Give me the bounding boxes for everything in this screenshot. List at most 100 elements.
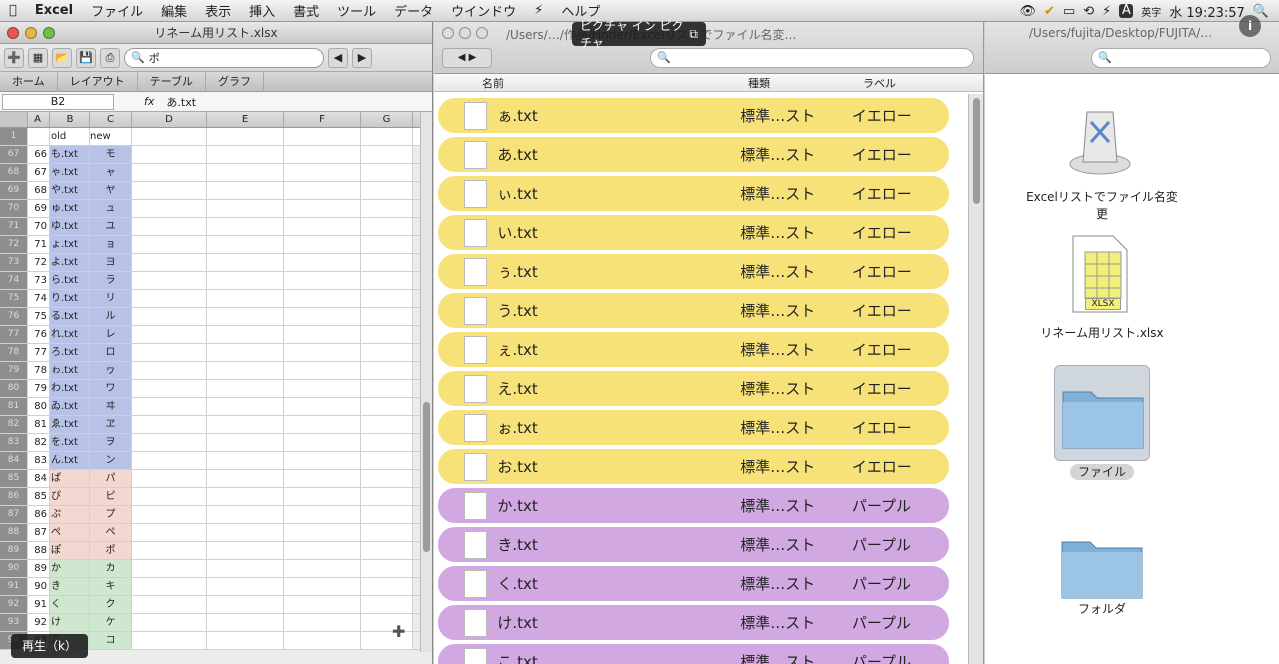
cell-empty[interactable] <box>207 290 284 307</box>
cell-empty[interactable] <box>207 596 284 613</box>
cell-empty[interactable] <box>132 218 207 235</box>
cell-new[interactable]: ョ <box>90 236 132 253</box>
cell-new[interactable]: ペ <box>90 524 132 541</box>
cell-empty[interactable] <box>207 254 284 271</box>
save-icon[interactable]: 💾 <box>76 47 96 68</box>
file-row[interactable]: く.txt 標準…スト パープル <box>438 566 949 601</box>
cell-empty[interactable] <box>361 416 413 433</box>
cell-new[interactable]: ク <box>90 596 132 613</box>
cell-empty[interactable] <box>207 578 284 595</box>
cell-new[interactable]: ラ <box>90 272 132 289</box>
cell-reference[interactable]: B2 <box>2 93 114 110</box>
cell-empty[interactable] <box>284 326 361 343</box>
file-row[interactable]: う.txt 標準…スト イエロー <box>438 293 949 328</box>
cell-new[interactable]: ヲ <box>90 434 132 451</box>
cell-new[interactable]: ポ <box>90 542 132 559</box>
cell-new[interactable]: ュ <box>90 200 132 217</box>
cell-new[interactable]: ヮ <box>90 362 132 379</box>
cell-empty[interactable] <box>361 164 413 181</box>
function-icon[interactable]: fx <box>144 95 154 108</box>
cell-empty[interactable] <box>361 182 413 199</box>
cell-empty[interactable] <box>361 380 413 397</box>
cell-a[interactable]: 91 <box>28 596 50 613</box>
cell-empty[interactable] <box>132 452 207 469</box>
cell-empty[interactable] <box>132 416 207 433</box>
file-row[interactable]: お.txt 標準…スト イエロー <box>438 449 949 484</box>
info-icon[interactable]: i <box>1239 15 1261 37</box>
time-machine-icon[interactable]: ⟲ <box>1083 4 1094 19</box>
cell-a[interactable]: 68 <box>28 182 50 199</box>
cell-new[interactable]: ヰ <box>90 398 132 415</box>
cell-empty[interactable] <box>132 560 207 577</box>
cell-new[interactable]: ャ <box>90 164 132 181</box>
cell-empty[interactable] <box>361 254 413 271</box>
cell-a[interactable]: 84 <box>28 470 50 487</box>
cell-empty[interactable] <box>132 488 207 505</box>
finder-vertical-scrollbar[interactable] <box>968 94 983 664</box>
cell-empty[interactable] <box>132 578 207 595</box>
cell-empty[interactable] <box>207 272 284 289</box>
input-lang[interactable]: 英字 <box>1141 4 1161 19</box>
cell-empty[interactable] <box>361 344 413 361</box>
cell-empty[interactable] <box>207 326 284 343</box>
file-row[interactable]: ぃ.txt 標準…スト イエロー <box>438 176 949 211</box>
menu-file[interactable]: ファイル <box>82 1 152 20</box>
new-icon[interactable]: ➕ <box>4 47 24 68</box>
cell-empty[interactable] <box>284 434 361 451</box>
cell-empty[interactable] <box>284 560 361 577</box>
excel-titlebar[interactable]: リネーム用リスト.xlsx <box>0 22 432 44</box>
cell-empty[interactable] <box>207 164 284 181</box>
finder-search-input[interactable]: 🔍 <box>650 48 974 68</box>
cell-empty[interactable] <box>132 542 207 559</box>
automator-workflow-icon[interactable] <box>1065 102 1135 182</box>
cell-a[interactable]: 76 <box>28 326 50 343</box>
cell-a[interactable]: 78 <box>28 362 50 379</box>
display-icon[interactable]: ▭ <box>1063 4 1075 19</box>
header-old[interactable]: old <box>50 128 90 145</box>
cell-empty[interactable] <box>132 524 207 541</box>
cell-old[interactable]: ゑ.txt <box>50 416 90 433</box>
col-d[interactable]: D <box>132 112 207 127</box>
cell-empty[interactable] <box>361 470 413 487</box>
header-new[interactable]: new <box>90 128 132 145</box>
cell-empty[interactable] <box>284 200 361 217</box>
cell-a[interactable]: 80 <box>28 398 50 415</box>
cell-empty[interactable] <box>207 632 284 649</box>
cell-new[interactable]: レ <box>90 326 132 343</box>
formula-value[interactable]: あ.txt <box>166 94 196 110</box>
cell-empty[interactable] <box>207 416 284 433</box>
cell-a[interactable]: 86 <box>28 506 50 523</box>
cell-a[interactable]: 77 <box>28 344 50 361</box>
cell-empty[interactable] <box>284 236 361 253</box>
cell-empty[interactable] <box>284 488 361 505</box>
file-row[interactable]: え.txt 標準…スト イエロー <box>438 371 949 406</box>
cell-empty[interactable] <box>361 578 413 595</box>
col-c[interactable]: C <box>90 112 132 127</box>
cell-a[interactable]: 87 <box>28 524 50 541</box>
cell-a[interactable]: 79 <box>28 380 50 397</box>
cell-empty[interactable] <box>207 542 284 559</box>
cell-empty[interactable] <box>284 272 361 289</box>
cell-new[interactable]: ヱ <box>90 416 132 433</box>
cell-new[interactable]: プ <box>90 506 132 523</box>
finder2-search-input[interactable]: 🔍 <box>1091 48 1271 68</box>
cell-a[interactable]: 75 <box>28 308 50 325</box>
cell-empty[interactable] <box>361 560 413 577</box>
menu-app-name[interactable]: Excel <box>26 3 82 18</box>
folder-icon[interactable] <box>1054 516 1150 612</box>
cell-empty[interactable] <box>207 182 284 199</box>
menu-tools[interactable]: ツール <box>328 1 385 20</box>
file-row[interactable]: こ.txt 標準…スト パープル <box>438 644 949 664</box>
cell-a[interactable]: 74 <box>28 290 50 307</box>
cell-empty[interactable] <box>207 308 284 325</box>
cell-old[interactable]: る.txt <box>50 308 90 325</box>
cell-empty[interactable] <box>207 218 284 235</box>
minimize-button[interactable] <box>25 26 37 39</box>
prev-icon[interactable]: ◀ <box>328 47 348 68</box>
cell-new[interactable]: モ <box>90 146 132 163</box>
cell-empty[interactable] <box>284 254 361 271</box>
cell-old[interactable]: ゅ.txt <box>50 200 90 217</box>
cell-empty[interactable] <box>132 164 207 181</box>
cell-empty[interactable] <box>284 308 361 325</box>
file-row[interactable]: か.txt 標準…スト パープル <box>438 488 949 523</box>
